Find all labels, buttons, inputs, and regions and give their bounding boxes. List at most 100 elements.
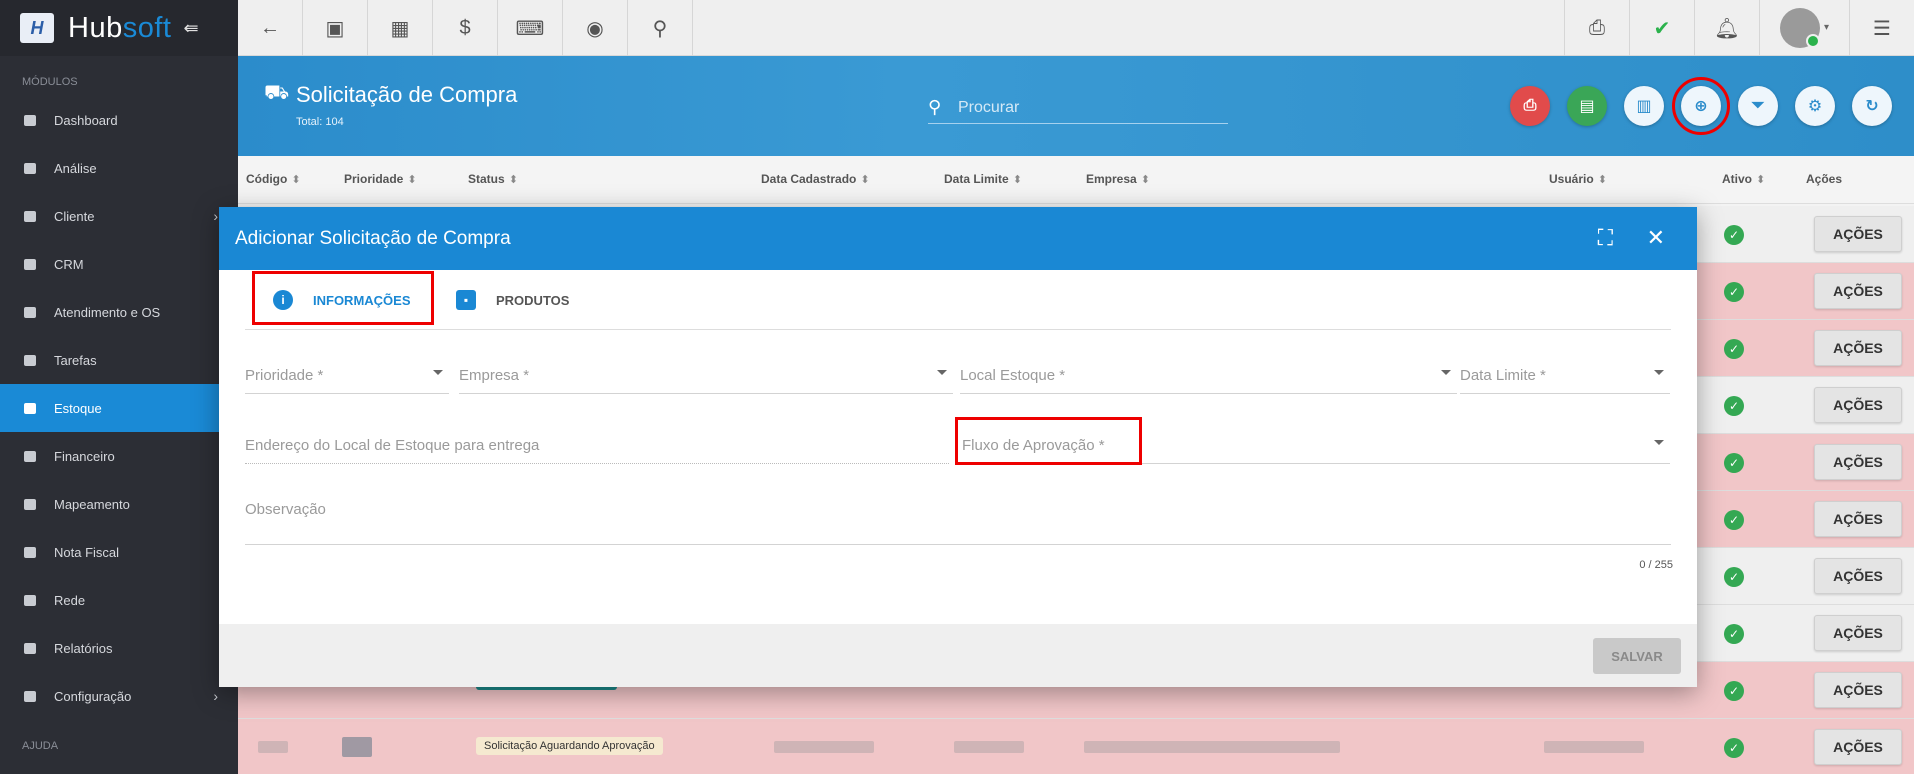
column-header-data-cadastrado[interactable]: Data Cadastrado ⬍ [761, 172, 870, 186]
contacts-button[interactable]: ▣ [303, 0, 368, 56]
kanban-icon [22, 257, 38, 271]
acoes-button[interactable]: AÇÕES [1814, 387, 1902, 423]
acoes-button[interactable]: AÇÕES [1814, 501, 1902, 537]
sidebar-item-dashboard[interactable]: Dashboard [0, 96, 238, 144]
acoes-button[interactable]: AÇÕES [1814, 729, 1902, 765]
acoes-button[interactable]: AÇÕES [1814, 216, 1902, 252]
receipt-icon [22, 545, 38, 559]
column-header-empresa[interactable]: Empresa ⬍ [1086, 172, 1150, 186]
plus-circle-icon: ⊕ [1694, 98, 1708, 115]
acoes-button[interactable]: AÇÕES [1814, 558, 1902, 594]
column-header-codigo[interactable]: Código ⬍ [246, 172, 301, 186]
acoes-button[interactable]: AÇÕES [1814, 444, 1902, 480]
contact-card-icon: ▣ [325, 17, 345, 40]
blurred-company [1084, 741, 1340, 753]
collapse-sidebar-icon[interactable]: ⇚ [183, 18, 198, 39]
column-header-ativo[interactable]: Ativo ⬍ [1722, 172, 1765, 186]
sidebar-item-analise[interactable]: Análise [0, 144, 238, 192]
add-button[interactable]: ⊕ [1672, 77, 1730, 135]
avatar [1779, 7, 1820, 48]
notifications-button[interactable]: 🔔︎ [1694, 0, 1759, 56]
spreadsheet-icon: ▤ [1579, 98, 1595, 115]
sort-icon: ⬍ [291, 174, 301, 186]
sort-icon: ⬍ [1597, 174, 1607, 186]
sidebar-item-cliente[interactable]: Cliente › [0, 192, 238, 240]
app-logo[interactable]: Hubsoft [68, 12, 171, 45]
sidebar-item-relatorios[interactable]: Relatórios [0, 624, 238, 672]
file-icon [22, 641, 38, 655]
sidebar-item-estoque[interactable]: Estoque [0, 384, 238, 432]
active-check-icon: ✓ [1724, 681, 1744, 701]
endereco-field: Endereço do Local de Estoque para entreg… [245, 428, 949, 464]
sidebar-item-tarefas[interactable]: Tarefas [0, 336, 238, 384]
search-icon: ⚲ [928, 97, 942, 117]
blurred-priority [342, 737, 372, 757]
columns-button[interactable]: ▥ [1624, 86, 1664, 126]
acoes-button[interactable]: AÇÕES [1814, 273, 1902, 309]
search-button[interactable]: ⚲ [628, 0, 693, 56]
settings-button[interactable]: ⚙ [1795, 86, 1835, 126]
briefcase-icon [22, 353, 38, 367]
chevron-right-icon: › [213, 208, 218, 224]
sidebar-item-financeiro[interactable]: Financeiro [0, 432, 238, 480]
sidebar-item-configuracao[interactable]: Configuração › [0, 672, 238, 720]
menu-button[interactable]: ☰ [1849, 0, 1914, 56]
modal-header: Adicionar Solicitação de Compra ⛶ ✕ [219, 207, 1697, 270]
dollar-icon: $ [459, 16, 471, 39]
sidebar-item-atendimento[interactable]: Atendimento e OS [0, 288, 238, 336]
schedule-button[interactable]: ▦ [368, 0, 433, 56]
chevron-down-icon: ▾ [1823, 22, 1830, 33]
arrow-left-icon: ← [260, 16, 280, 39]
empresa-select[interactable]: Empresa * [459, 358, 953, 394]
export-pdf-button[interactable]: ⎙ [1510, 86, 1550, 126]
back-button[interactable]: ← [238, 0, 303, 56]
total-count: Total: 104 [296, 116, 344, 128]
sidebar-item-crm[interactable]: CRM [0, 240, 238, 288]
sidebar-item-nota-fiscal[interactable]: Nota Fiscal [0, 528, 238, 576]
column-header-data-limite[interactable]: Data Limite ⬍ [944, 172, 1022, 186]
logo-row: H Hubsoft ⇚ [0, 0, 238, 56]
acoes-button[interactable]: AÇÕES [1814, 330, 1902, 366]
filter-button[interactable]: ⏷ [1738, 86, 1778, 126]
chat-check-icon: ✔ [1653, 17, 1671, 40]
acoes-button[interactable]: AÇÕES [1814, 615, 1902, 651]
refresh-button[interactable]: ↻ [1852, 86, 1892, 126]
fullscreen-icon[interactable]: ⛶ [1598, 225, 1613, 251]
columns-icon: ▥ [1636, 98, 1652, 115]
page-title: Solicitação de Compra [296, 82, 518, 107]
column-header-status[interactable]: Status ⬍ [468, 172, 518, 186]
active-check-icon: ✓ [1724, 396, 1744, 416]
highlight-tab-box [252, 271, 434, 325]
acoes-button[interactable]: AÇÕES [1814, 672, 1902, 708]
column-header-usuario[interactable]: Usuário ⬍ [1549, 172, 1607, 186]
data-limite-select[interactable]: Data Limite * [1460, 358, 1670, 394]
top-bar: ← ▣ ▦ $ ⌨ ◉ ⚲ ⎙ ✔ 🔔︎ ▾ ☰ [238, 0, 1914, 56]
char-counter: 0 / 255 [1639, 559, 1673, 571]
terminal-button[interactable]: ⌨ [498, 0, 563, 56]
blurred-user [1544, 741, 1644, 753]
tab-produtos[interactable]: ▪ PRODUTOS [456, 270, 569, 330]
close-icon[interactable]: ✕ [1647, 225, 1665, 251]
search-field: ⚲ [928, 92, 1228, 124]
view-button[interactable]: ◉ [563, 0, 628, 56]
user-menu[interactable]: ▾ [1759, 0, 1849, 55]
messages-button[interactable]: ✔ [1629, 0, 1694, 56]
refresh-icon: ↻ [1865, 98, 1879, 115]
pdf-icon: ⎙ [1589, 16, 1605, 39]
observacao-textarea[interactable]: Observação [245, 497, 1671, 545]
sidebar-item-rede[interactable]: Rede [0, 576, 238, 624]
gear-icon [22, 689, 38, 703]
column-header-acoes: Ações [1806, 172, 1843, 186]
save-button[interactable]: SALVAR [1593, 638, 1681, 674]
export-excel-button[interactable]: ▤ [1567, 86, 1607, 126]
sidebar-item-mapeamento[interactable]: Mapeamento [0, 480, 238, 528]
filter-icon: ⏷ [1751, 97, 1765, 114]
search-input[interactable] [958, 98, 1198, 117]
add-request-modal: Adicionar Solicitação de Compra ⛶ ✕ i IN… [219, 207, 1697, 687]
pdf-button[interactable]: ⎙ [1564, 0, 1629, 56]
local-estoque-select[interactable]: Local Estoque * [960, 358, 1457, 394]
sort-icon: ⬍ [1756, 174, 1766, 186]
column-header-prioridade[interactable]: Prioridade ⬍ [344, 172, 417, 186]
prioridade-select[interactable]: Prioridade * [245, 358, 449, 394]
finance-button[interactable]: $ [433, 0, 498, 56]
